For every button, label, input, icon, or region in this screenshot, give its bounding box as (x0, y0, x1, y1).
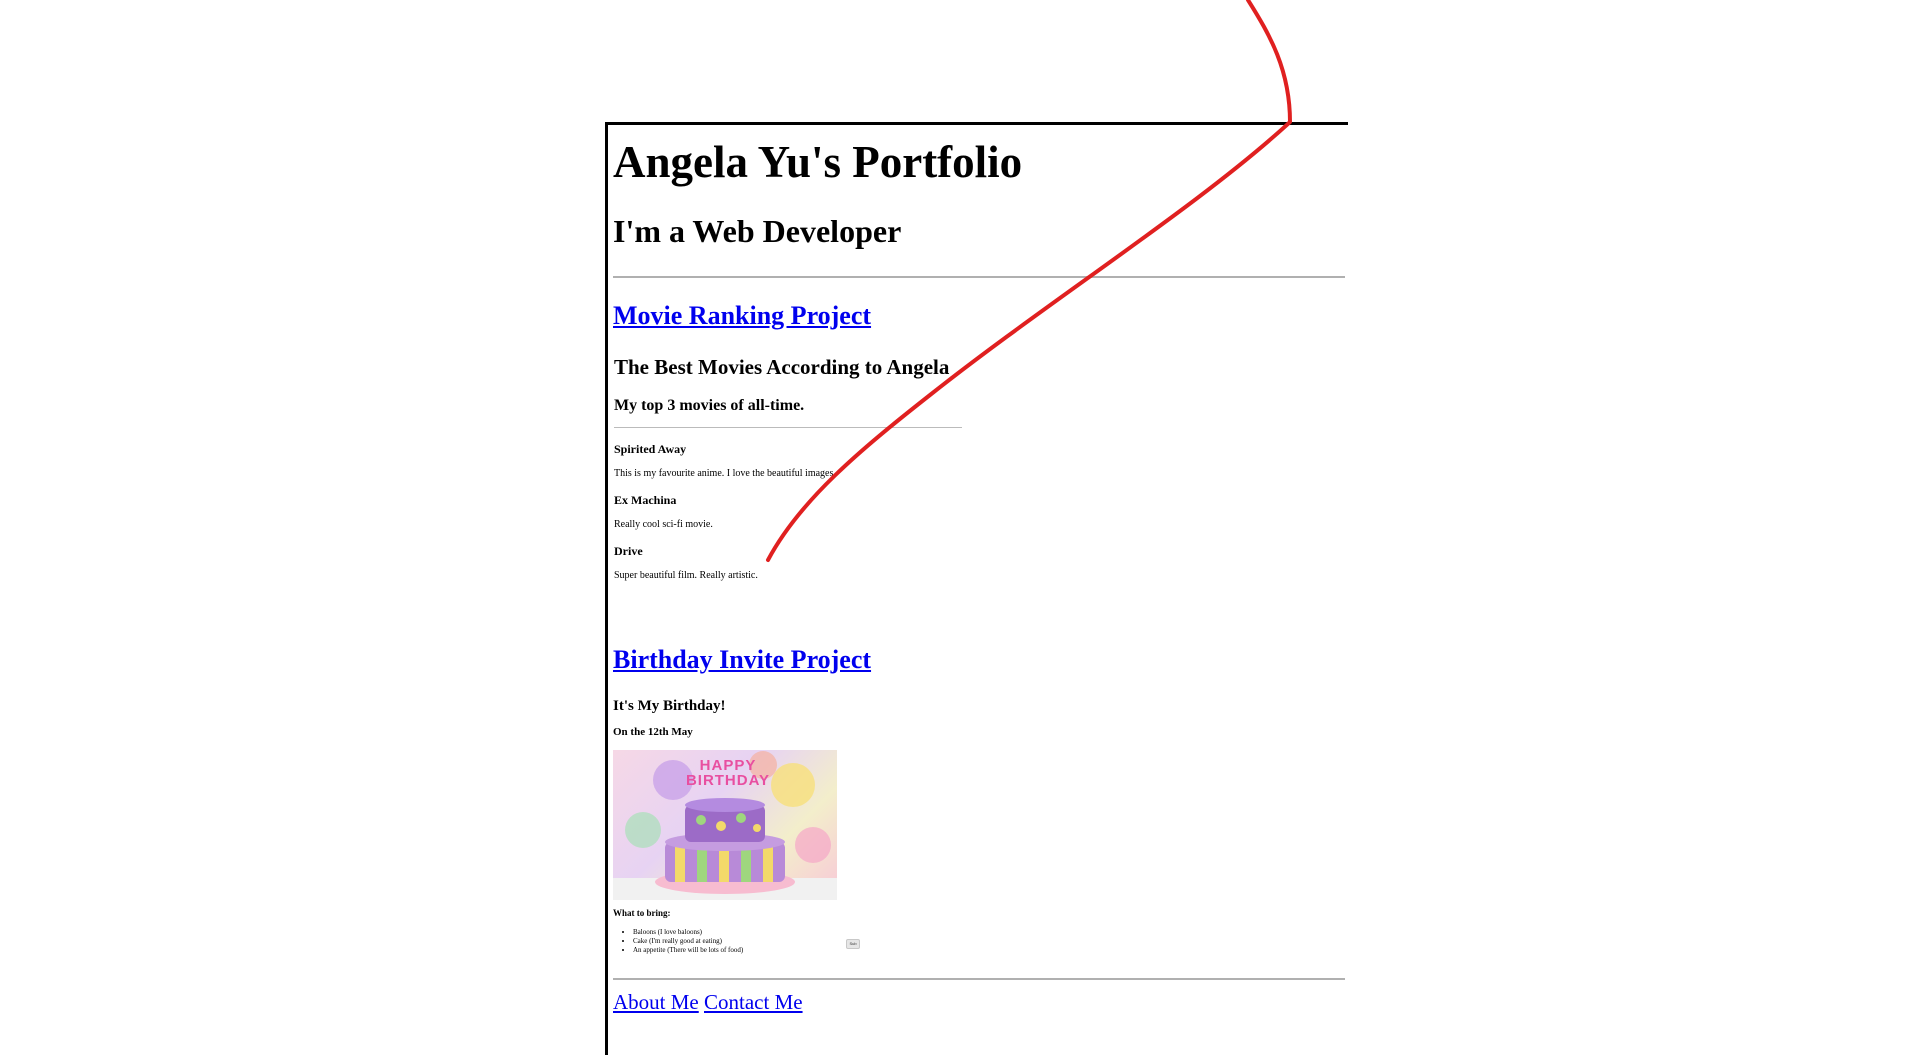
about-me-link[interactable]: About Me (613, 990, 699, 1014)
cake-image-caption: HAPPY BIRTHDAY (685, 757, 771, 789)
movie-page-subtitle: My top 3 movies of all-time. (614, 397, 805, 414)
movie-page-title: The Best Movies According to Angela (614, 355, 950, 379)
movie-title: Ex Machina (614, 493, 677, 507)
movie-description: Super beautiful film. Really artistic. (614, 570, 758, 581)
what-to-bring-heading: What to bring: (613, 908, 671, 918)
list-item: Baloons (I love baloons) (633, 928, 743, 937)
rsvp-button[interactable]: Sub (846, 939, 860, 949)
birthday-invite-project-link[interactable]: Birthday Invite Project (613, 645, 871, 675)
birthday-cake-image: HAPPY BIRTHDAY (613, 750, 837, 900)
movie-title: Spirited Away (614, 442, 687, 456)
footer-links: About Me Contact Me (613, 990, 803, 1015)
list-item: Cake (I'm really good at eating) (633, 937, 743, 946)
movie-divider (614, 427, 962, 428)
contact-me-link[interactable]: Contact Me (704, 990, 803, 1014)
movie-ranking-project-link[interactable]: Movie Ranking Project (613, 301, 871, 331)
divider (613, 276, 1345, 278)
bring-list: Baloons (I love baloons) Cake (I'm reall… (627, 928, 743, 955)
page-title: Angela Yu's Portfolio (613, 137, 1023, 187)
birthday-date: On the 12th May (613, 726, 693, 738)
footer-divider (613, 978, 1345, 980)
movie-title: Drive (614, 544, 643, 558)
movie-ranking-preview: The Best Movies According to Angela My t… (614, 355, 964, 605)
birthday-invite-preview: It's My Birthday! On the 12th May HAPPY (613, 698, 913, 958)
page-subtitle: I'm a Web Developer (613, 213, 902, 249)
list-item: An appetite (There will be lots of food) (633, 946, 743, 955)
movie-description: Really cool sci-fi movie. (614, 519, 713, 530)
birthday-heading: It's My Birthday! (613, 698, 726, 714)
movie-description: This is my favourite anime. I love the b… (614, 468, 836, 479)
